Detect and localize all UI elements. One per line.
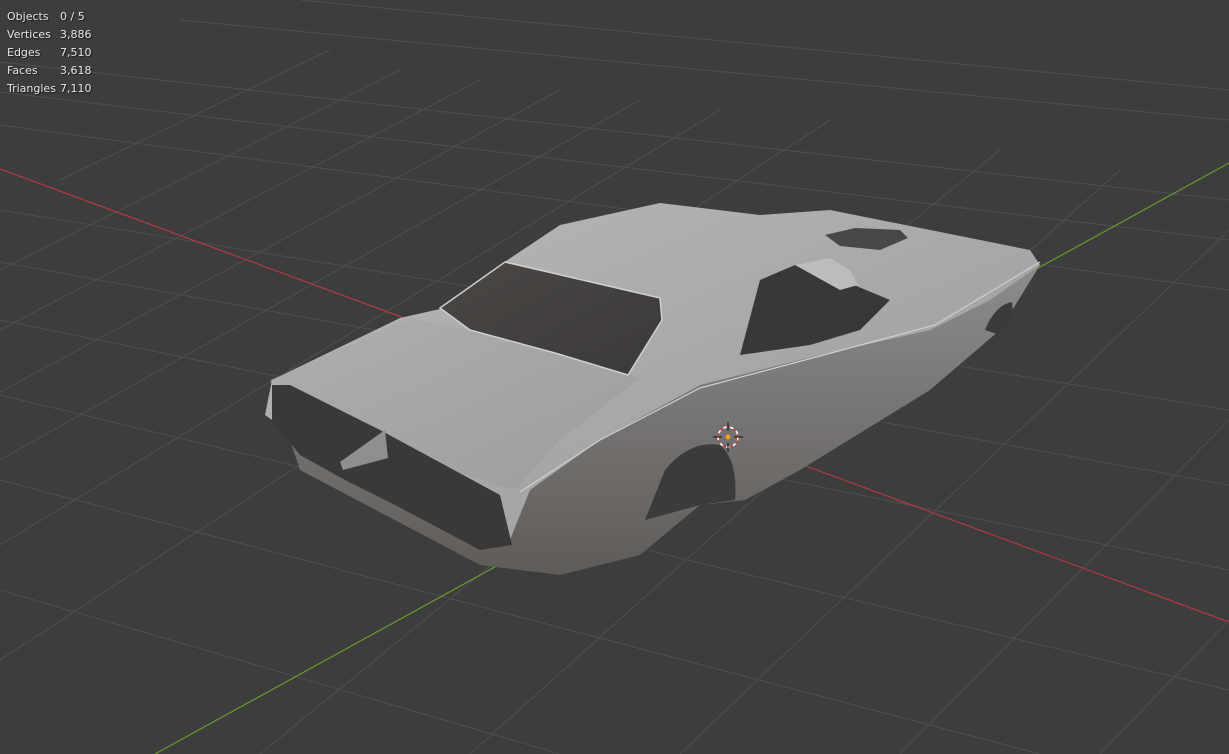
stat-label: Edges: [7, 46, 41, 59]
stat-value: 3,618: [60, 64, 92, 77]
car-body-model[interactable]: [265, 203, 1041, 575]
stat-row-objects: Objects 0 / 5: [7, 8, 100, 26]
stat-label: Vertices: [7, 28, 51, 41]
stat-value: 0 / 5: [60, 10, 85, 23]
stat-row-triangles: Triangles 7,110: [7, 80, 100, 98]
scene-statistics-overlay: Objects 0 / 5 Vertices 3,886 Edges 7,510…: [7, 8, 100, 98]
stat-row-faces: Faces 3,618: [7, 62, 100, 80]
stat-row-vertices: Vertices 3,886: [7, 26, 100, 44]
stat-label: Faces: [7, 64, 38, 77]
viewport-scene[interactable]: [0, 0, 1229, 754]
stat-row-edges: Edges 7,510: [7, 44, 100, 62]
3d-viewport[interactable]: Objects 0 / 5 Vertices 3,886 Edges 7,510…: [0, 0, 1229, 754]
stat-value: 7,510: [60, 46, 92, 59]
stat-label: Triangles: [7, 82, 56, 95]
stat-value: 3,886: [60, 28, 92, 41]
stat-label: Objects: [7, 10, 49, 23]
stat-value: 7,110: [60, 82, 92, 95]
